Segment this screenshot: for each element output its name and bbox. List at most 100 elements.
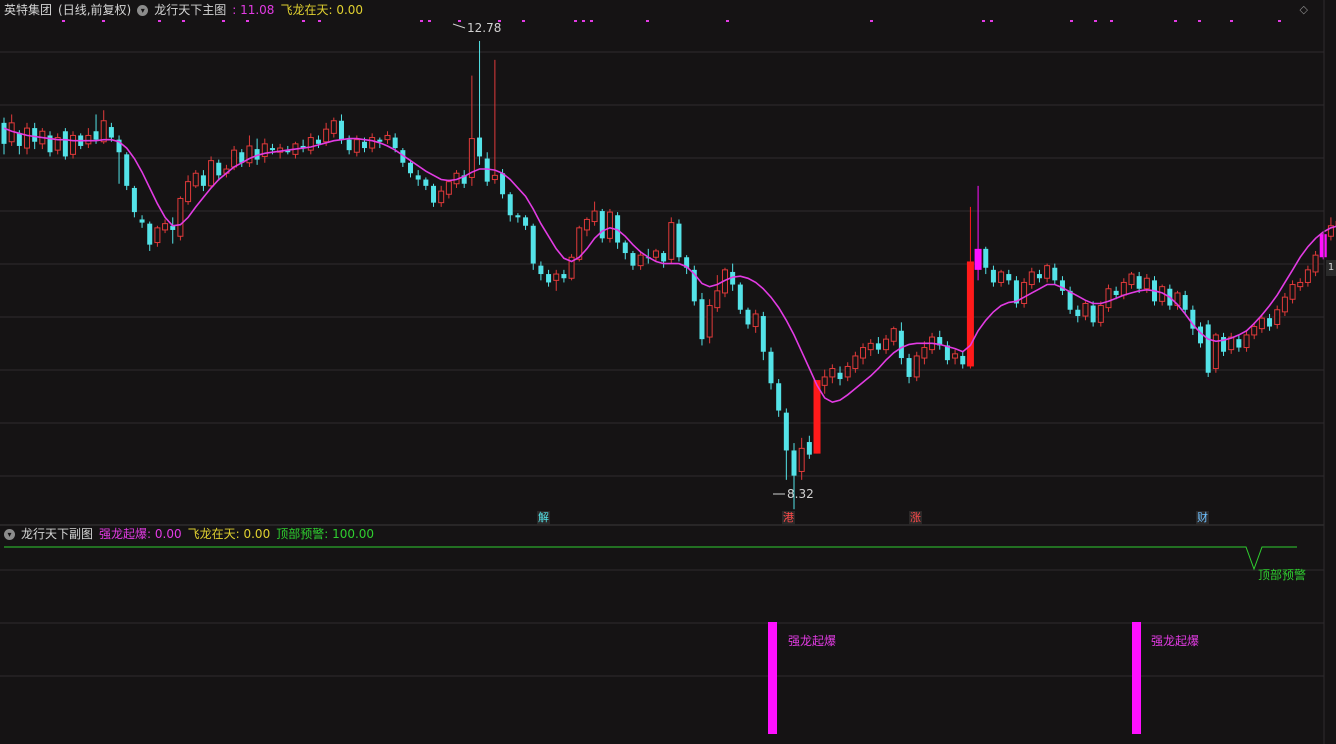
candle[interactable]	[821, 369, 828, 394]
candle[interactable]	[998, 269, 1005, 287]
stock-name[interactable]: 英特集团	[4, 2, 52, 18]
candle[interactable]	[883, 334, 890, 354]
candle[interactable]	[721, 267, 728, 298]
candle[interactable]	[70, 131, 77, 159]
candle[interactable]	[515, 213, 521, 223]
candle[interactable]	[124, 152, 130, 191]
candle[interactable]	[652, 248, 659, 262]
candle[interactable]	[1190, 305, 1196, 335]
event-tag-2[interactable]: 港	[782, 511, 795, 525]
candle[interactable]	[154, 225, 161, 247]
candle[interactable]	[913, 351, 920, 382]
candle[interactable]	[1006, 269, 1012, 285]
candle[interactable]	[185, 175, 192, 205]
candle[interactable]	[867, 339, 874, 356]
candle[interactable]	[952, 349, 959, 365]
candle[interactable]	[200, 170, 206, 192]
candle[interactable]	[438, 185, 445, 207]
candle[interactable]	[139, 215, 145, 228]
candle[interactable]	[1028, 267, 1035, 289]
candle[interactable]	[760, 311, 766, 361]
candle[interactable]	[553, 269, 560, 291]
candle[interactable]	[1075, 305, 1081, 323]
candle[interactable]	[192, 170, 199, 188]
candle[interactable]	[1182, 290, 1188, 314]
candle[interactable]	[100, 110, 107, 144]
candle[interactable]	[714, 275, 721, 312]
candle[interactable]	[798, 437, 805, 480]
candle[interactable]	[546, 269, 552, 287]
candle[interactable]	[1021, 278, 1028, 308]
candle[interactable]	[983, 246, 989, 275]
candle[interactable]	[1228, 332, 1235, 354]
candle[interactable]	[208, 156, 215, 188]
candle[interactable]	[661, 250, 667, 268]
candle[interactable]	[630, 250, 636, 270]
event-tag-4[interactable]: 财	[1196, 511, 1209, 525]
candle[interactable]	[1090, 301, 1096, 327]
candle[interactable]	[776, 379, 782, 417]
candle[interactable]	[583, 217, 590, 237]
candle[interactable]	[523, 215, 529, 230]
chart-mode[interactable]: (日线,前复权)	[58, 2, 131, 18]
candle[interactable]	[384, 131, 391, 144]
candle[interactable]	[813, 380, 821, 454]
candle[interactable]	[246, 135, 253, 167]
candle[interactable]	[254, 138, 260, 165]
candle[interactable]	[745, 307, 751, 329]
candle[interactable]	[752, 309, 759, 333]
kline-chart[interactable]: 12.78 8.32 顶部预警 强龙起爆 强龙起爆	[0, 0, 1336, 744]
candle[interactable]	[330, 117, 337, 138]
candle[interactable]	[1267, 313, 1273, 331]
candle[interactable]	[960, 351, 966, 369]
candle[interactable]	[974, 185, 982, 281]
candle[interactable]	[1221, 332, 1227, 356]
candle[interactable]	[300, 139, 306, 153]
candle[interactable]	[837, 366, 843, 386]
candle[interactable]	[561, 269, 567, 283]
chevron-down-icon[interactable]: ▾	[4, 528, 15, 540]
candle[interactable]	[622, 240, 628, 260]
candle[interactable]	[906, 353, 912, 384]
candle[interactable]	[1274, 305, 1281, 329]
candle[interactable]	[147, 221, 153, 251]
candle[interactable]	[491, 59, 498, 184]
candle[interactable]	[684, 255, 690, 275]
candle[interactable]	[1097, 301, 1104, 327]
candle[interactable]	[1312, 250, 1319, 277]
candle[interactable]	[47, 131, 53, 157]
candle[interactable]	[875, 337, 881, 354]
diamond-icon[interactable]: ◇	[1300, 3, 1308, 16]
candle[interactable]	[93, 114, 99, 144]
candle[interactable]	[1, 117, 7, 155]
candle[interactable]	[1319, 232, 1327, 260]
candle[interactable]	[85, 128, 92, 149]
candle[interactable]	[860, 343, 867, 365]
candle[interactable]	[292, 141, 299, 159]
candle[interactable]	[507, 192, 513, 222]
candle[interactable]	[177, 196, 184, 241]
candle[interactable]	[890, 326, 897, 346]
candle[interactable]	[261, 138, 268, 163]
candle[interactable]	[944, 341, 950, 365]
candle[interactable]	[898, 322, 904, 365]
candles[interactable]	[1, 40, 1336, 510]
candle[interactable]	[806, 435, 812, 459]
candle[interactable]	[1281, 292, 1288, 317]
candle[interactable]	[591, 201, 598, 226]
chevron-down-icon[interactable]: ▾	[137, 4, 149, 16]
candle[interactable]	[1159, 284, 1166, 306]
event-tag-1[interactable]: 解	[537, 511, 550, 525]
candle[interactable]	[676, 219, 682, 262]
candle[interactable]	[699, 292, 705, 346]
candle[interactable]	[468, 75, 475, 186]
candle[interactable]	[369, 133, 376, 153]
candle[interactable]	[1304, 265, 1311, 287]
candle[interactable]	[668, 217, 675, 264]
candle[interactable]	[706, 299, 713, 344]
candle[interactable]	[170, 217, 176, 244]
candle[interactable]	[530, 223, 536, 270]
candle[interactable]	[783, 408, 789, 480]
candle[interactable]	[54, 133, 61, 155]
candle[interactable]	[1044, 263, 1051, 283]
